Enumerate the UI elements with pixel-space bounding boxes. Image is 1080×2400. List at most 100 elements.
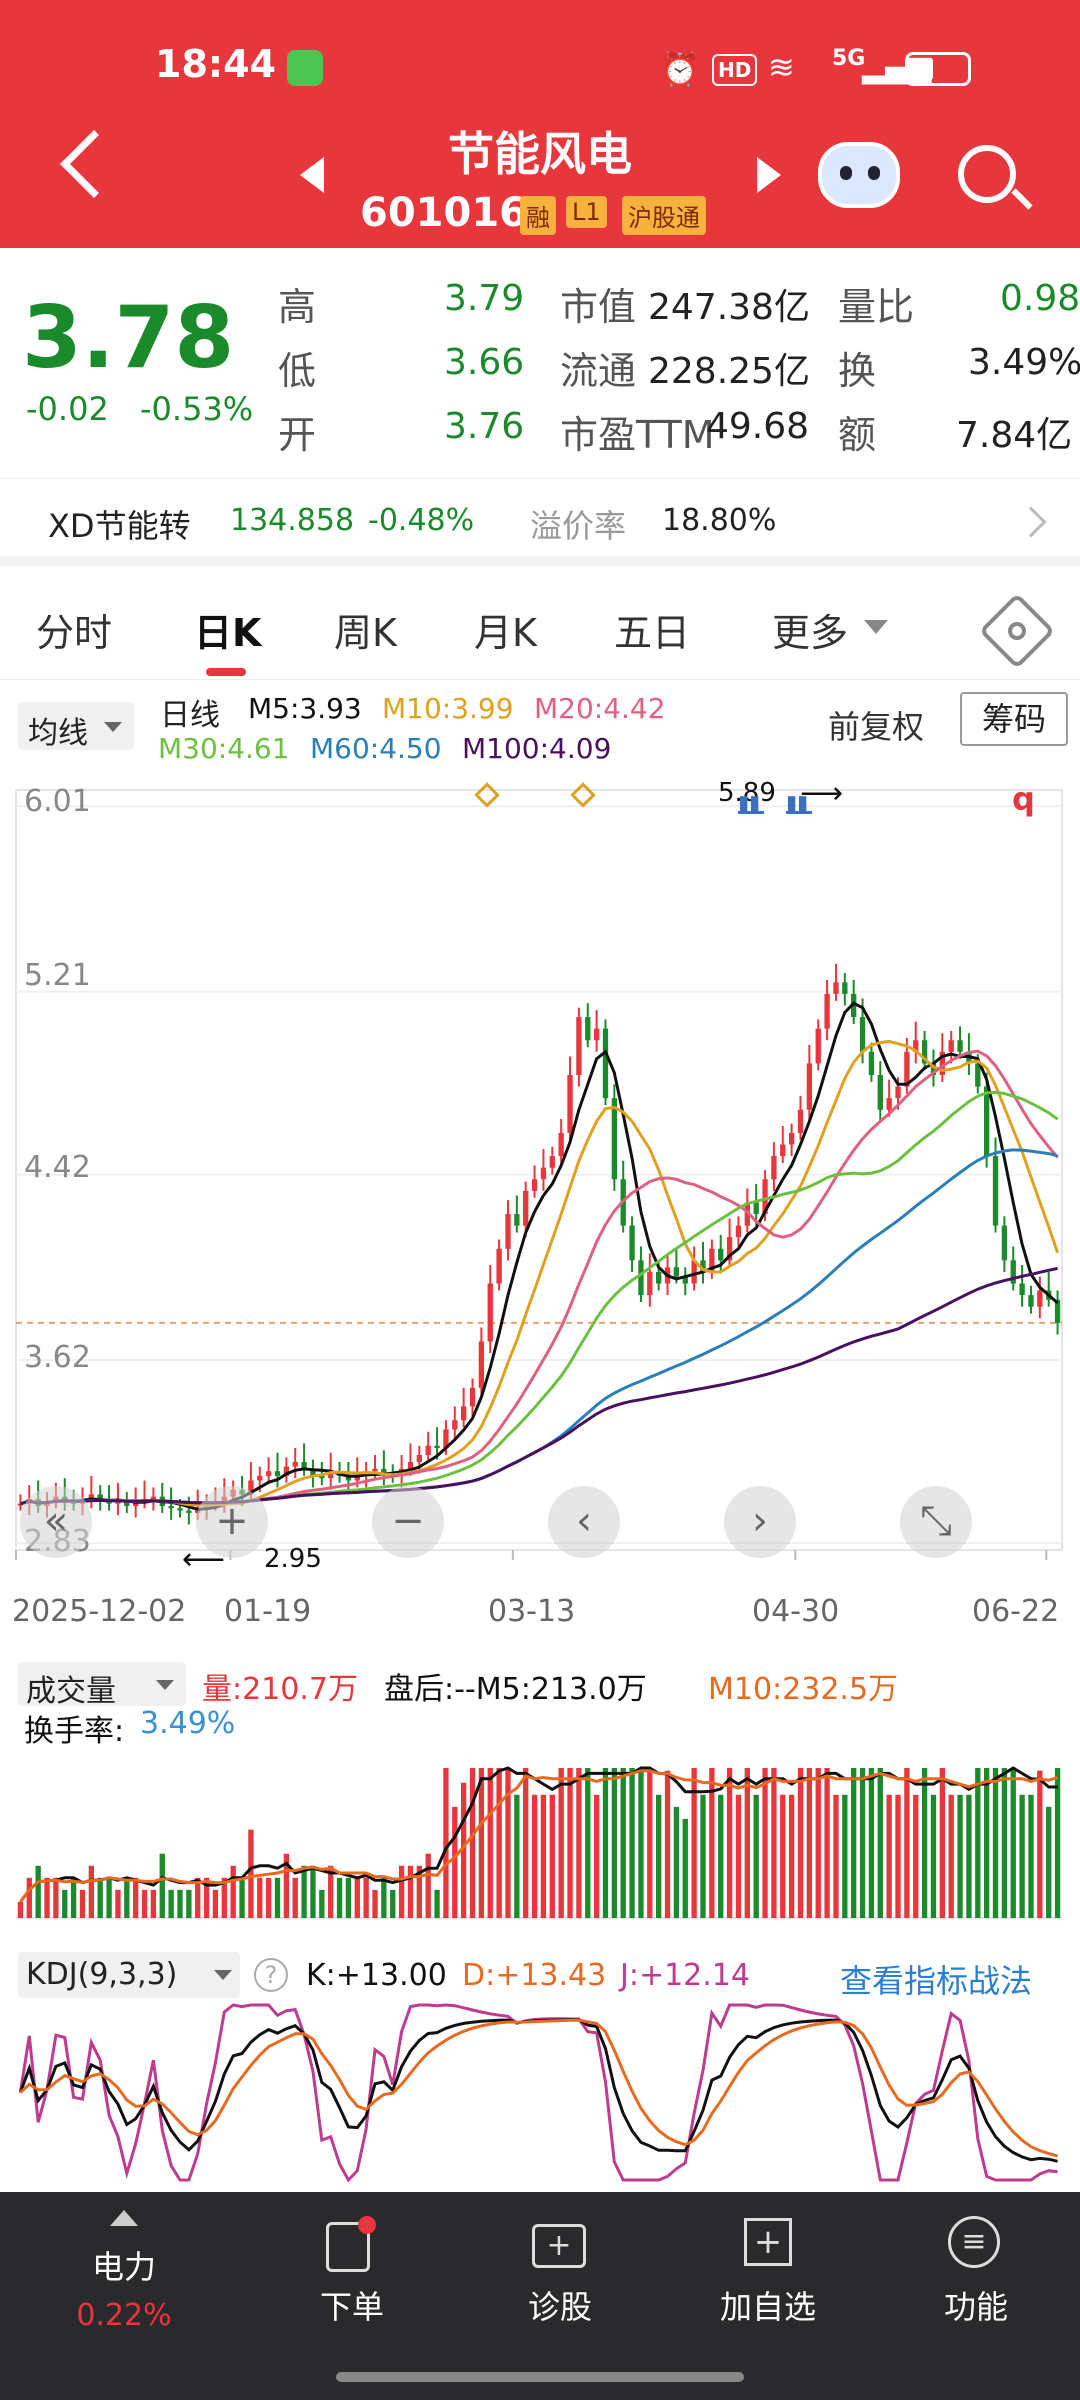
search-icon-handle — [1011, 188, 1033, 210]
q-marker-icon[interactable]: q — [1012, 780, 1035, 818]
candle — [292, 1461, 298, 1467]
ma10-line — [20, 1039, 1060, 1507]
volume-bar — [150, 1889, 157, 1918]
scroll-left-button[interactable]: ‹ — [548, 1486, 620, 1558]
volume-selector[interactable]: 成交量 — [18, 1662, 186, 1709]
candle — [505, 1214, 511, 1249]
volume-bar — [274, 1877, 281, 1918]
adjust-mode[interactable]: 前复权 — [828, 702, 924, 748]
volume-bar — [390, 1889, 396, 1918]
pe-label: 市盈TTM — [560, 413, 715, 457]
candle — [150, 1496, 157, 1500]
candle — [753, 1202, 759, 1215]
volume-bar — [859, 1768, 866, 1918]
zoom-in-button[interactable]: + — [196, 1486, 268, 1558]
stock-title: 节能风电 — [448, 127, 632, 181]
fullscreen-button[interactable]: ⤡ — [900, 1486, 972, 1558]
tab-daily-k[interactable]: 日K — [194, 602, 261, 657]
candle — [558, 1132, 564, 1157]
ma100-value: M100:4.09 — [462, 732, 612, 765]
kdj-chart — [18, 2003, 1059, 2183]
indicator-strategy-link[interactable]: 查看指标战法 — [840, 1956, 1032, 2002]
kdj-selector[interactable]: KDJ(9,3,3) — [18, 1952, 240, 1998]
candle — [265, 1471, 272, 1476]
ma-period: 日线 — [160, 698, 220, 733]
candle — [514, 1214, 520, 1226]
tab-more[interactable]: 更多 — [772, 602, 848, 657]
volume-bar — [115, 1889, 121, 1918]
ma-selector[interactable]: 均线 — [18, 702, 134, 751]
chart-period-tabs: 分时 日K 周K 月K 五日 更多 — [0, 580, 1080, 680]
candle — [1028, 1295, 1034, 1307]
volume-bar — [168, 1889, 174, 1918]
volume-bar — [26, 1877, 32, 1918]
zoom-out-button[interactable]: − — [372, 1486, 444, 1558]
nav-add-watchlist-label: 加自选 — [719, 2288, 816, 2326]
volume-bar — [656, 1794, 662, 1918]
scroll-right-button[interactable]: › — [724, 1486, 796, 1558]
convertible-price: 134.858 — [230, 503, 355, 538]
volume-bar — [585, 1768, 591, 1918]
prev-stock-icon[interactable] — [300, 157, 324, 193]
volume-bar — [496, 1768, 502, 1918]
back-icon[interactable] — [60, 130, 128, 198]
nav-functions[interactable]: ≡ 功能 — [868, 2192, 1080, 2400]
volume-bar — [726, 1768, 733, 1918]
y-tick-4.42: 4.42 — [24, 1150, 91, 1185]
volume-bar — [939, 1768, 945, 1918]
candle — [496, 1248, 502, 1284]
chip-button[interactable]: 筹码 — [960, 692, 1068, 746]
volume-bar — [523, 1768, 529, 1918]
candle — [523, 1190, 529, 1226]
float-cap-value: 228.25亿 — [648, 351, 810, 392]
tab-intraday[interactable]: 分时 — [36, 602, 112, 657]
volume-bar — [62, 1889, 68, 1918]
tab-weekly-k[interactable]: 周K — [334, 602, 397, 657]
candle — [549, 1156, 555, 1168]
ma30-line — [20, 1090, 1059, 1506]
convertible-bond-row[interactable]: XD节能转 134.858 -0.48% 溢价率 18.80% — [0, 478, 1080, 566]
volume-bar — [815, 1768, 821, 1918]
candle — [469, 1387, 476, 1407]
volume-bar — [718, 1794, 724, 1918]
candle — [257, 1475, 263, 1481]
market-cap-value: 247.38亿 — [648, 287, 810, 328]
nav-diagnose[interactable]: + 诊股 — [452, 2192, 668, 2400]
volume-bar — [913, 1794, 919, 1918]
volume-bar — [629, 1768, 635, 1918]
market-cap-label: 市值 — [560, 285, 637, 329]
search-icon[interactable] — [958, 145, 1016, 203]
volume-bar — [354, 1877, 360, 1918]
candle — [531, 1179, 538, 1191]
nav-add-watchlist[interactable]: + 加自选 — [660, 2192, 876, 2400]
settings-icon[interactable] — [978, 592, 1056, 670]
volume-bar — [868, 1768, 875, 1918]
bar-event-icon[interactable]: ▮▮ — [786, 790, 812, 814]
rewind-button[interactable]: « — [20, 1486, 92, 1558]
robot-assistant-icon[interactable] — [818, 142, 900, 208]
volume-bar — [930, 1794, 937, 1918]
volume-bar — [753, 1794, 759, 1918]
candle — [177, 1508, 183, 1511]
tab-monthly-k[interactable]: 月K — [474, 602, 537, 657]
candle — [168, 1505, 174, 1509]
volume-bar — [992, 1768, 999, 1918]
bar-event-icon[interactable]: ▮▮ — [738, 790, 764, 814]
nav-order-label: 下单 — [319, 2288, 384, 2326]
convertible-name: XD节能转 — [48, 507, 191, 545]
volume-bar — [381, 1877, 387, 1918]
tab-five-day[interactable]: 五日 — [614, 602, 690, 657]
volume-bar — [106, 1877, 112, 1918]
help-icon[interactable]: ? — [254, 1958, 288, 1992]
nav-diagnose-label: 诊股 — [527, 2288, 592, 2326]
candle — [788, 1132, 795, 1145]
nav-sector[interactable]: 电力 0.22% — [16, 2192, 232, 2400]
volume-bar — [407, 1865, 414, 1918]
volume-bar — [904, 1768, 910, 1918]
nav-order[interactable]: 下单 — [244, 2192, 460, 2400]
open-value: 3.76 — [444, 406, 525, 447]
low-value: 3.66 — [444, 342, 525, 383]
candle — [1019, 1283, 1025, 1296]
next-stock-icon[interactable] — [757, 157, 781, 193]
x-tick-label: 03-13 — [488, 1594, 576, 1629]
